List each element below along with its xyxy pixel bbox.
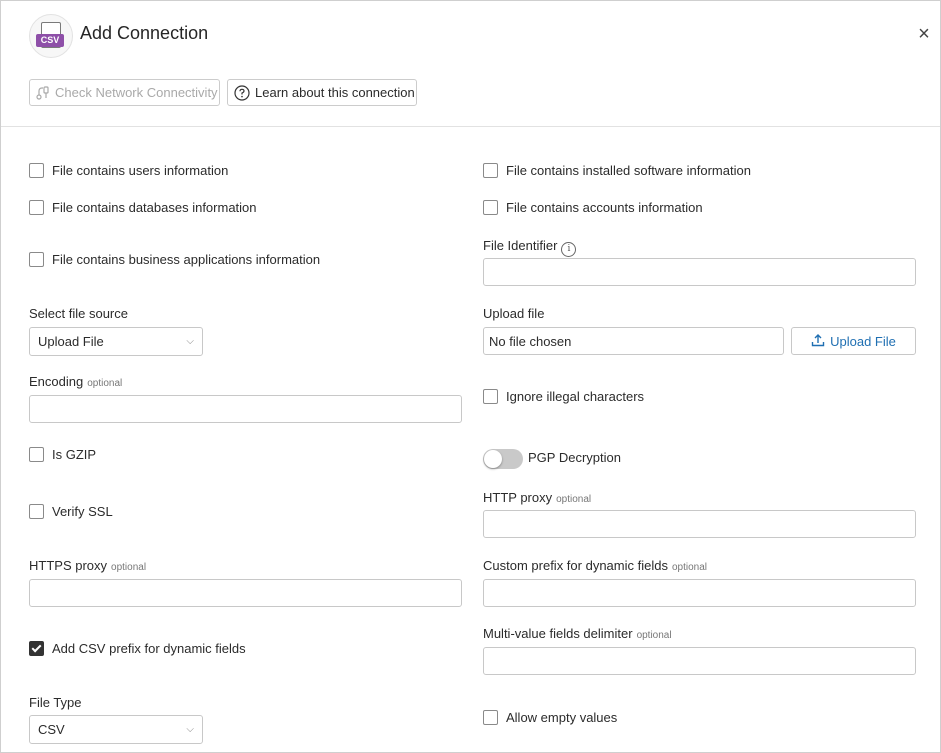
close-icon[interactable]: × [913,23,935,45]
optional-tag: optional [111,562,147,573]
checkbox-software[interactable]: File contains installed software informa… [483,163,751,178]
checkbox-csv-prefix-label: Add CSV prefix for dynamic fields [52,641,246,656]
delimiter-label: Multi-value fields delimiter optional [483,626,672,641]
http-proxy-label-text: HTTP proxy [483,490,553,505]
checkbox-box[interactable] [29,504,44,519]
dialog-title: Add Connection [80,23,209,43]
chevron-down-icon: ⌵ [186,336,194,347]
optional-tag: optional [636,630,672,641]
pgp-toggle[interactable] [483,449,523,469]
checkbox-box-checked[interactable] [29,641,44,656]
file-source-select[interactable]: Upload File ⌵ [29,327,203,356]
file-type-select[interactable]: CSV ⌵ [29,715,203,744]
learn-connection-label: Learn about this connection [255,85,415,100]
checkbox-databases[interactable]: File contains databases information [29,200,257,215]
custom-prefix-label: Custom prefix for dynamic fields optional [483,558,707,573]
checkbox-box[interactable] [483,200,498,215]
check-network-label: Check Network Connectivity [55,85,218,100]
https-proxy-input[interactable] [29,579,462,607]
file-source-label: Select file source [29,306,128,321]
question-circle-icon [234,84,250,101]
checkbox-accounts-label: File contains accounts information [506,200,703,215]
file-source-value: Upload File [38,334,104,349]
checkbox-users-label: File contains users information [52,163,229,178]
checkbox-is-gzip[interactable]: Is GZIP [29,447,96,462]
upload-icon [811,333,825,350]
checkbox-business-apps-label: File contains business applications info… [52,252,321,267]
checkbox-box[interactable] [29,252,44,267]
file-identifier-input[interactable] [483,258,916,286]
encoding-label-text: Encoding [29,374,84,389]
file-type-label: File Type [29,695,82,710]
delimiter-label-text: Multi-value fields delimiter [483,626,633,641]
file-chosen-field[interactable]: No file chosen [483,327,784,355]
checkbox-accounts[interactable]: File contains accounts information [483,200,703,215]
file-type-value: CSV [38,722,65,737]
network-plug-icon [36,85,50,101]
delimiter-input[interactable] [483,647,916,675]
https-proxy-label-text: HTTPS proxy [29,558,108,573]
optional-tag: optional [87,378,123,389]
custom-prefix-input[interactable] [483,579,916,607]
http-proxy-label: HTTP proxy optional [483,490,591,505]
checkbox-box[interactable] [29,163,44,178]
chevron-down-icon: ⌵ [186,724,194,735]
checkbox-box[interactable] [483,389,498,404]
csv-logo: CSV [29,14,73,58]
optional-tag: optional [556,494,592,505]
checkbox-databases-label: File contains databases information [52,200,257,215]
file-chosen-text: No file chosen [489,333,572,349]
http-proxy-input[interactable] [483,510,916,538]
header-divider [1,126,940,127]
info-icon[interactable]: i [561,241,577,257]
file-identifier-label: File Identifier i [483,238,577,257]
learn-connection-button[interactable]: Learn about this connection [227,79,417,106]
file-identifier-label-text: File Identifier [483,238,558,253]
checkbox-box[interactable] [483,163,498,178]
checkbox-box[interactable] [29,447,44,462]
pgp-label: PGP Decryption [528,450,621,465]
checkbox-users[interactable]: File contains users information [29,163,228,178]
add-connection-dialog: CSV Add Connection × Check Network Conne… [0,0,941,753]
checkbox-software-label: File contains installed software informa… [506,163,751,178]
checkbox-box[interactable] [483,710,498,725]
checkbox-box[interactable] [29,200,44,215]
toggle-knob [484,450,502,468]
check-network-button[interactable]: Check Network Connectivity [29,79,220,106]
https-proxy-label: HTTPS proxy optional [29,558,146,573]
checkbox-verify-ssl[interactable]: Verify SSL [29,504,113,519]
upload-file-button-label: Upload File [830,333,896,349]
optional-tag: optional [671,562,707,573]
checkbox-ignore-illegal-label: Ignore illegal characters [506,389,645,404]
checkbox-verify-ssl-label: Verify SSL [52,504,113,519]
upload-file-button[interactable]: Upload File [791,327,916,355]
custom-prefix-label-text: Custom prefix for dynamic fields [483,558,668,573]
checkbox-allow-empty-label: Allow empty values [506,710,618,725]
csv-logo-tag: CSV [36,34,64,47]
upload-file-label: Upload file [483,306,545,321]
checkbox-ignore-illegal[interactable]: Ignore illegal characters [483,389,644,404]
checkbox-csv-prefix[interactable]: Add CSV prefix for dynamic fields [29,641,246,656]
checkbox-allow-empty[interactable]: Allow empty values [483,710,617,725]
checkbox-business-apps[interactable]: File contains business applications info… [29,252,320,267]
checkbox-is-gzip-label: Is GZIP [52,447,97,462]
encoding-label: Encoding optional [29,374,122,389]
encoding-input[interactable] [29,395,462,423]
